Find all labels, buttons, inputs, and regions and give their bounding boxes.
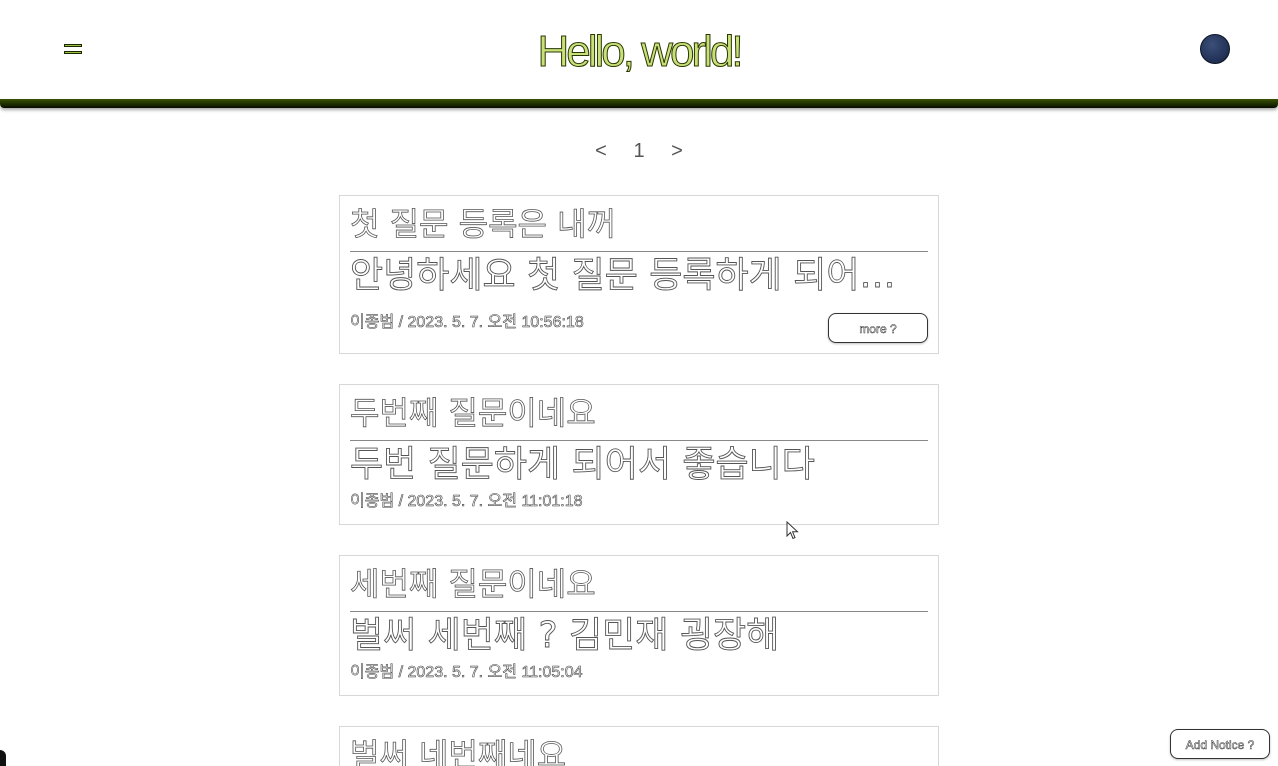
mouse-cursor-icon — [786, 521, 799, 540]
notice-body: 벌써 세번째 ? 김민재 굉장해 — [350, 615, 780, 657]
header-accent-bar — [0, 99, 1278, 108]
notice-card[interactable]: 벌써 네번째네요 — [339, 726, 939, 766]
notice-title: 첫 질문 등록은 내꺼 — [350, 205, 617, 244]
corner-edge-decoration — [0, 750, 6, 766]
notice-title: 세번째 질문이네요 — [350, 565, 596, 604]
notice-title: 두번째 질문이네요 — [350, 394, 596, 433]
notice-card[interactable]: 첫 질문 등록은 내꺼 안녕하세요 첫 질문 등록하게 되어서 기쁩니다 이종범… — [339, 195, 939, 354]
page-number-button[interactable]: 1 — [631, 140, 647, 163]
user-avatar[interactable] — [1200, 34, 1230, 64]
notice-divider — [350, 251, 928, 252]
add-notice-button[interactable]: Add Notice ? — [1170, 729, 1270, 759]
previous-page-button[interactable]: < — [593, 140, 609, 163]
notice-meta: 이종범 / 2023. 5. 7. 오전 11:05:04 — [350, 664, 583, 682]
top-header: Hello, world! — [0, 0, 1278, 100]
notice-title: 벌써 네번째네요 — [350, 736, 567, 766]
notice-divider — [350, 440, 928, 441]
pagination: < 1 > — [580, 140, 698, 164]
site-title: Hello, world! — [537, 27, 744, 77]
notice-meta: 이종범 / 2023. 5. 7. 오전 11:01:18 — [350, 493, 583, 511]
notice-body: 안녕하세요 첫 질문 등록하게 되어서 기쁩니다 — [350, 255, 928, 297]
notice-divider — [350, 611, 928, 612]
next-page-button[interactable]: > — [669, 140, 685, 163]
notice-card[interactable]: 세번째 질문이네요 벌써 세번째 ? 김민재 굉장해 이종범 / 2023. 5… — [339, 555, 939, 696]
notice-meta: 이종범 / 2023. 5. 7. 오전 10:56:18 — [350, 314, 584, 332]
notice-body: 두번 질문하게 되어서 좋습니다 — [350, 444, 815, 486]
notice-card[interactable]: 두번째 질문이네요 두번 질문하게 되어서 좋습니다 이종범 / 2023. 5… — [339, 384, 939, 525]
notice-board-page: Hello, world! < 1 > 첫 질문 등록은 내꺼 안녕하세요 첫 … — [0, 0, 1278, 766]
more-button[interactable]: more ? — [828, 313, 928, 343]
